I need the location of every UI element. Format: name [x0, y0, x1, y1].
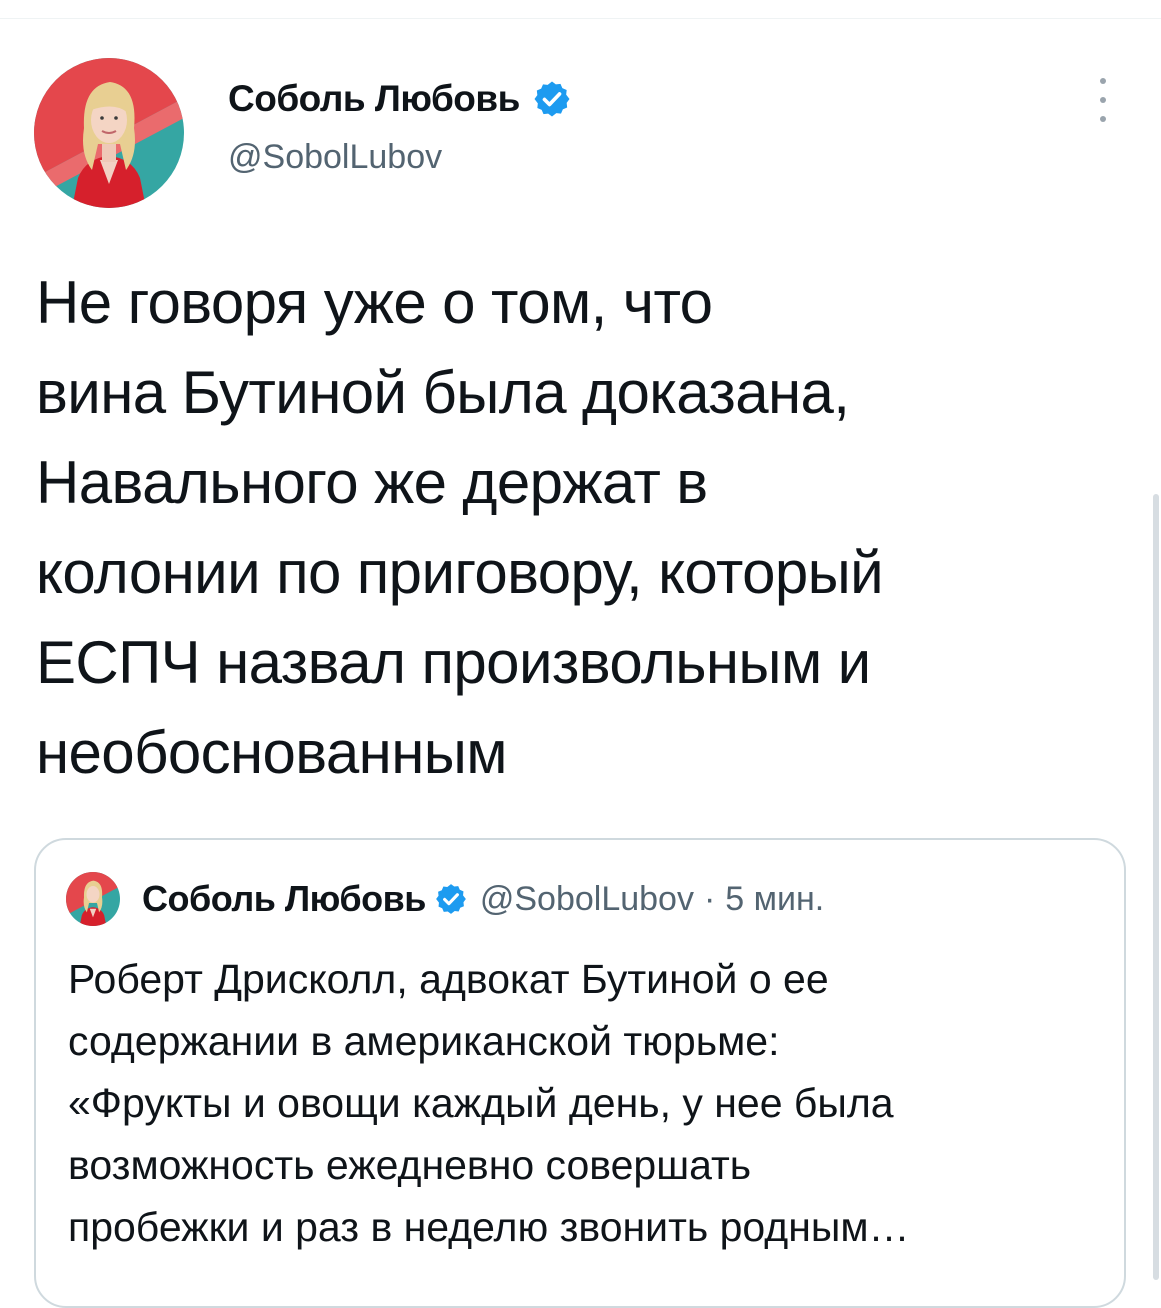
scrollbar[interactable] — [1153, 494, 1159, 1280]
tweet-header: Соболь Любовь @SobolLubov — [34, 58, 1124, 208]
quoted-tweet-time[interactable]: 5 мин. — [725, 880, 824, 919]
more-vertical-icon[interactable] — [1088, 78, 1118, 122]
author-info: Соболь Любовь @SobolLubov — [228, 74, 572, 177]
quoted-tweet-header: Соболь Любовь @SobolLubov · 5 мин. — [66, 872, 824, 926]
quoted-author-handle[interactable]: @SobolLubov — [480, 880, 694, 919]
more-dot — [1100, 97, 1106, 103]
verified-badge-icon — [434, 882, 468, 916]
verified-badge-icon — [532, 79, 572, 119]
quoted-tweet-card[interactable]: Соболь Любовь @SobolLubov · 5 мин. Робер… — [34, 838, 1126, 1308]
author-name-row: Соболь Любовь — [228, 74, 572, 124]
tweet-text: Не говоря уже о том, что вина Бутиной бы… — [36, 269, 884, 786]
author-handle[interactable]: @SobolLubov — [228, 138, 572, 177]
quoted-tweet-text: Роберт Дрисколл, адвокат Бутиной о ее со… — [68, 956, 910, 1250]
top-divider — [0, 18, 1161, 19]
quoted-author-avatar[interactable] — [66, 872, 120, 926]
meta-separator: · — [703, 879, 716, 918]
more-dot — [1100, 78, 1106, 84]
author-display-name[interactable]: Соболь Любовь — [228, 78, 520, 120]
quoted-author-display-name[interactable]: Соболь Любовь — [142, 878, 426, 920]
author-avatar[interactable] — [34, 58, 184, 208]
more-dot — [1100, 116, 1106, 122]
